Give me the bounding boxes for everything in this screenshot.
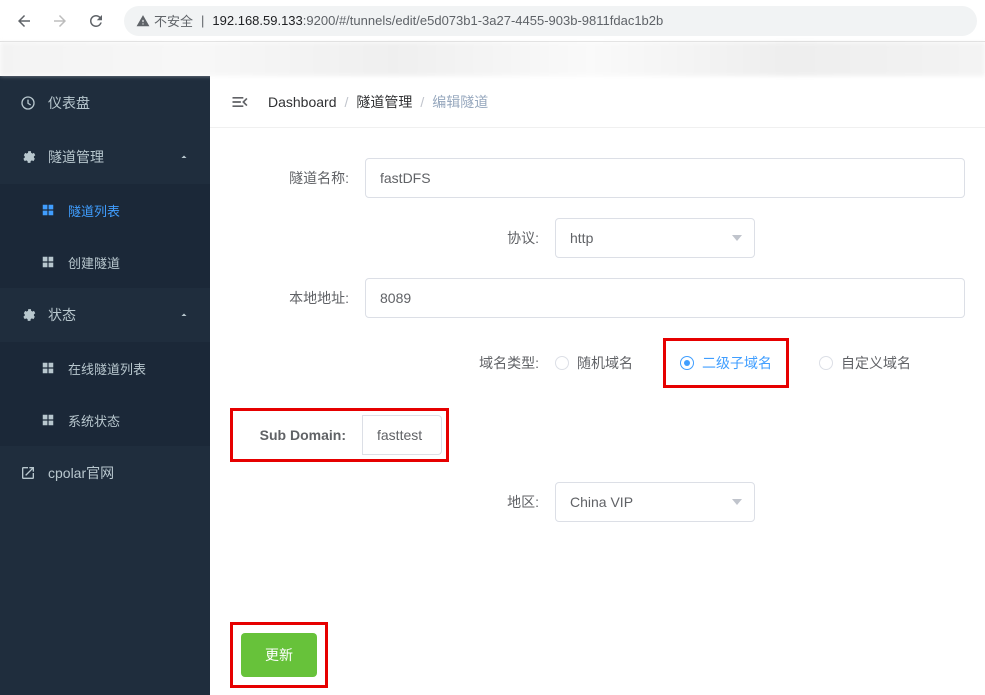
select-region[interactable]: China VIP bbox=[555, 482, 755, 522]
radio-icon bbox=[680, 356, 694, 370]
grid-icon bbox=[40, 254, 56, 270]
sidebar-label: 在线隧道列表 bbox=[68, 359, 146, 378]
breadcrumb: Dashboard / 隧道管理 / 编辑隧道 bbox=[268, 92, 488, 112]
label-tunnel-name: 隧道名称: bbox=[210, 168, 365, 188]
radio-label: 二级子域名 bbox=[702, 353, 772, 373]
sidebar-item-online-tunnels[interactable]: 在线隧道列表 bbox=[0, 342, 210, 394]
label-protocol: 协议: bbox=[210, 228, 555, 248]
sidebar-item-status[interactable]: 状态 bbox=[0, 288, 210, 342]
insecure-badge: 不安全 bbox=[136, 11, 193, 30]
label-subdomain: Sub Domain: bbox=[237, 427, 362, 443]
grid-icon bbox=[40, 360, 56, 376]
sidebar-item-cpolar-site[interactable]: cpolar官网 bbox=[0, 446, 210, 500]
sidebar-label: 隧道列表 bbox=[68, 201, 120, 220]
sidebar-label: 状态 bbox=[48, 305, 76, 325]
grid-icon bbox=[40, 412, 56, 428]
sidebar-item-system-status[interactable]: 系统状态 bbox=[0, 394, 210, 446]
breadcrumb-separator: / bbox=[420, 94, 424, 110]
radio-group-domain-type: 随机域名 二级子域名 自定义域名 bbox=[555, 338, 965, 388]
row-subdomain: Sub Domain: bbox=[230, 408, 965, 462]
row-region: 地区: China VIP bbox=[210, 482, 965, 522]
sidebar: 仪表盘 隧道管理 隧道列表 创建隧道 状态 bbox=[0, 76, 210, 695]
reload-button[interactable] bbox=[80, 5, 112, 37]
row-domain-type: 域名类型: 随机域名 二级子域名 bbox=[210, 338, 965, 388]
cog-icon bbox=[20, 307, 36, 323]
radio-custom-domain[interactable]: 自定义域名 bbox=[819, 353, 911, 373]
chevron-up-icon bbox=[178, 309, 190, 321]
insecure-label: 不安全 bbox=[154, 11, 193, 30]
label-domain-type: 域名类型: bbox=[210, 353, 555, 373]
breadcrumb-dashboard[interactable]: Dashboard bbox=[268, 94, 337, 110]
submit-area: 更新 bbox=[210, 612, 985, 695]
input-local-addr[interactable] bbox=[365, 278, 965, 318]
grid-icon bbox=[40, 202, 56, 218]
sidebar-label: cpolar官网 bbox=[48, 463, 114, 483]
radio-subdomain[interactable]: 二级子域名 bbox=[680, 353, 772, 373]
breadcrumb-current: 编辑隧道 bbox=[432, 92, 488, 112]
main-area: Dashboard / 隧道管理 / 编辑隧道 隧道名称: 协议: http bbox=[210, 76, 985, 695]
url-bar[interactable]: 不安全 | 192.168.59.133:9200/#/tunnels/edit… bbox=[124, 6, 977, 36]
label-local-addr: 本地地址: bbox=[210, 288, 365, 308]
cog-icon bbox=[20, 149, 36, 165]
radio-icon bbox=[819, 356, 833, 370]
forward-button[interactable] bbox=[44, 5, 76, 37]
sidebar-item-tunnel-manage[interactable]: 隧道管理 bbox=[0, 130, 210, 184]
radio-icon bbox=[555, 356, 569, 370]
radio-label: 自定义域名 bbox=[841, 353, 911, 373]
url-text: 192.168.59.133:9200/#/tunnels/edit/e5d07… bbox=[212, 13, 663, 28]
warning-icon bbox=[136, 14, 150, 28]
sidebar-item-tunnel-list[interactable]: 隧道列表 bbox=[0, 184, 210, 236]
browser-toolbar: 不安全 | 192.168.59.133:9200/#/tunnels/edit… bbox=[0, 0, 985, 42]
blurred-header bbox=[0, 42, 985, 76]
select-value: http bbox=[570, 230, 593, 246]
sidebar-item-tunnel-create[interactable]: 创建隧道 bbox=[0, 236, 210, 288]
back-button[interactable] bbox=[8, 5, 40, 37]
select-protocol[interactable]: http bbox=[555, 218, 755, 258]
breadcrumb-separator: / bbox=[345, 94, 349, 110]
chevron-up-icon bbox=[178, 151, 190, 163]
sidebar-item-dashboard[interactable]: 仪表盘 bbox=[0, 76, 210, 130]
row-protocol: 协议: http bbox=[210, 218, 965, 258]
topbar: Dashboard / 隧道管理 / 编辑隧道 bbox=[210, 76, 985, 128]
select-value: China VIP bbox=[570, 494, 633, 510]
external-link-icon bbox=[20, 465, 36, 481]
row-tunnel-name: 隧道名称: bbox=[210, 158, 965, 198]
label-region: 地区: bbox=[210, 492, 555, 512]
sidebar-label: 创建隧道 bbox=[68, 253, 120, 272]
input-tunnel-name[interactable] bbox=[365, 158, 965, 198]
sidebar-label: 隧道管理 bbox=[48, 147, 104, 167]
breadcrumb-tunnel-manage[interactable]: 隧道管理 bbox=[356, 92, 412, 112]
form: 隧道名称: 协议: http 本地地址: bbox=[210, 128, 985, 572]
update-button[interactable]: 更新 bbox=[241, 633, 317, 677]
radio-random-domain[interactable]: 随机域名 bbox=[555, 353, 633, 373]
gauge-icon bbox=[20, 95, 36, 111]
sidebar-label: 仪表盘 bbox=[48, 93, 90, 113]
menu-toggle-icon[interactable] bbox=[230, 92, 250, 112]
sidebar-label: 系统状态 bbox=[68, 411, 120, 430]
radio-label: 随机域名 bbox=[577, 353, 633, 373]
input-subdomain[interactable] bbox=[362, 415, 442, 455]
row-local-addr: 本地地址: bbox=[210, 278, 965, 318]
